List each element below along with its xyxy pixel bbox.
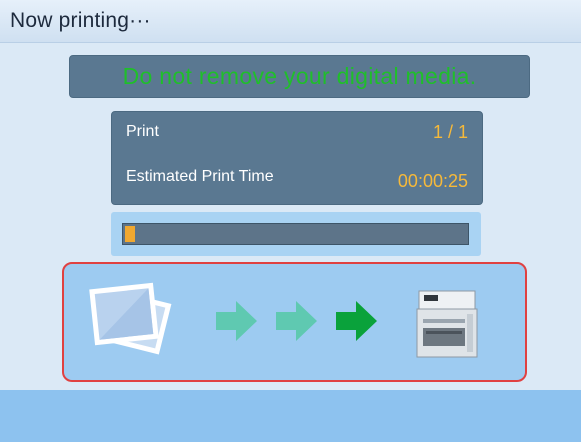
print-label: Print [126, 123, 159, 140]
warning-text: Do not remove your digital media. [122, 63, 477, 89]
print-info-panel: Print 1 / 1 Estimated Print Time 00:00:2… [111, 111, 483, 205]
photos-icon [89, 282, 172, 355]
bottom-bar [0, 390, 581, 442]
title-bar: Now printing··· [0, 0, 581, 43]
print-count: 1 / 1 [432, 122, 468, 142]
progress-fill [125, 226, 135, 242]
progress-track [122, 223, 469, 245]
progress-container [111, 212, 481, 256]
estimated-time-value: 00:00:25 [397, 171, 468, 191]
arrow-right-icon [216, 301, 257, 341]
printing-animation [62, 262, 527, 382]
printer-icon [416, 290, 478, 358]
page-title: Now printing··· [10, 9, 151, 32]
warning-banner: Do not remove your digital media. [69, 55, 530, 98]
estimated-time-label: Estimated Print Time [126, 168, 274, 185]
arrow-right-icon [336, 301, 377, 341]
arrow-right-icon [276, 301, 317, 341]
